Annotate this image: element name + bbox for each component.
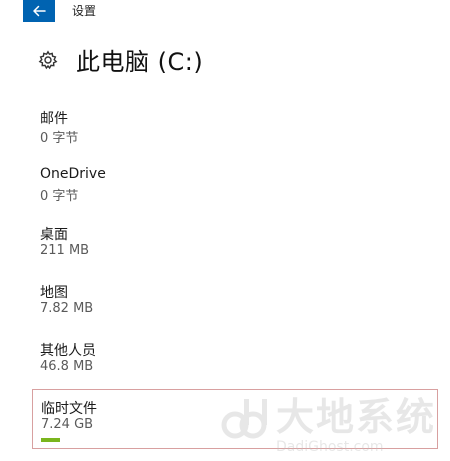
list-item-other-people[interactable]: 其他人员 46.8 MB — [32, 332, 438, 388]
item-label: OneDrive — [40, 166, 106, 182]
list-item-maps[interactable]: 地图 7.82 MB — [32, 274, 438, 330]
title-bar: 设置 — [0, 0, 450, 22]
item-size: 0 字节 — [40, 189, 79, 204]
list-item-onedrive[interactable]: OneDrive 0 字节 — [32, 158, 438, 214]
list-item-desktop[interactable]: 桌面 211 MB — [32, 216, 438, 272]
item-label: 桌面 — [40, 227, 68, 243]
list-item-clipped — [40, 455, 44, 461]
item-label: 临时文件 — [41, 401, 97, 417]
page-header: 此电脑 (C:) — [38, 42, 203, 77]
usage-bar — [41, 438, 60, 442]
back-arrow-icon — [33, 5, 46, 17]
page-title: 此电脑 (C:) — [76, 48, 204, 76]
back-button[interactable] — [23, 0, 55, 22]
item-size: 46.8 MB — [40, 359, 94, 374]
window-title: 设置 — [72, 4, 97, 18]
item-size: 7.24 GB — [41, 417, 94, 432]
item-size: 7.82 MB — [40, 301, 94, 316]
item-label: 地图 — [40, 285, 68, 301]
item-label: 邮件 — [40, 111, 68, 127]
list-item-mail[interactable]: 邮件 0 字节 — [32, 100, 438, 156]
gear-icon — [38, 49, 58, 70]
item-label: 其他人员 — [40, 343, 96, 359]
item-size: 211 MB — [40, 243, 90, 258]
list-item-temporary-files[interactable]: 临时文件 7.24 GB — [32, 389, 438, 449]
item-size: 0 字节 — [40, 131, 79, 146]
